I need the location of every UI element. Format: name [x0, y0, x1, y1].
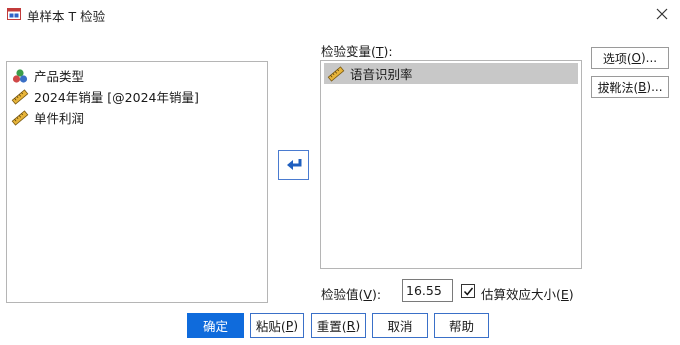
close-icon	[656, 8, 668, 20]
bootstrap-button-suffix: )...	[646, 80, 663, 94]
test-value-input[interactable]: 16.55	[402, 279, 453, 302]
paste-button[interactable]: 粘贴(P)	[250, 313, 304, 338]
help-button[interactable]: 帮助	[434, 313, 489, 338]
nominal-variable-icon	[11, 68, 29, 84]
test-variables-label-suffix: ):	[383, 44, 393, 59]
test-value-label: 检验值(V):	[321, 284, 381, 303]
test-variable-item-speech-recognition[interactable]: 语音识别率	[324, 63, 578, 84]
effect-size-label-prefix: 估算效应大小(	[481, 287, 561, 302]
scale-variable-icon	[11, 88, 29, 105]
variable-item-unit-profit[interactable]: 单件利润	[7, 107, 267, 128]
spss-dialog-icon	[7, 7, 21, 21]
paste-button-key: P	[285, 318, 294, 333]
move-variable-button[interactable]	[278, 150, 309, 180]
scale-variable-icon	[11, 109, 29, 126]
scale-variable-icon	[327, 65, 345, 82]
options-button-key: O	[631, 51, 641, 65]
effect-size-checkbox[interactable]	[461, 284, 475, 298]
reset-button-suffix: )	[355, 318, 361, 333]
test-variables-label-prefix: 检验变量(	[321, 44, 376, 59]
ok-button[interactable]: 确定	[187, 313, 244, 338]
paste-button-prefix: 粘贴(	[255, 319, 286, 334]
reset-button-prefix: 重置(	[316, 319, 347, 334]
checkmark-icon	[463, 287, 473, 296]
reset-button-key: R	[346, 318, 356, 333]
source-variable-list[interactable]: 产品类型 2024年销量 [@2024年销量] 单件利润	[6, 61, 268, 303]
variable-label: 单件利润	[34, 111, 85, 126]
options-button-prefix: 选项(	[602, 51, 632, 66]
variable-label: 语音识别率	[350, 67, 413, 82]
variable-item-2024-sales[interactable]: 2024年销量 [@2024年销量]	[7, 86, 267, 107]
test-variables-label-key: T	[375, 44, 384, 59]
effect-size-label: 估算效应大小(E)	[481, 284, 574, 303]
bootstrap-button-key: B	[638, 80, 647, 94]
test-variable-list[interactable]: 语音识别率	[320, 60, 582, 269]
variable-label: 产品类型	[34, 69, 85, 84]
paste-button-suffix: )	[293, 318, 299, 333]
options-button[interactable]: 选项(O)...	[591, 47, 669, 69]
bootstrap-button[interactable]: 拔靴法(B)...	[591, 76, 669, 98]
test-value-label-prefix: 检验值(	[321, 287, 364, 302]
cancel-button[interactable]: 取消	[372, 313, 428, 338]
bootstrap-button-prefix: 拔靴法(	[597, 80, 639, 95]
effect-size-label-suffix: )	[568, 287, 574, 302]
test-value-label-suffix: ):	[371, 287, 382, 302]
variable-label: 2024年销量 [@2024年销量]	[34, 90, 199, 105]
title-bar: 单样本 T 检验	[0, 0, 680, 28]
test-value-label-key: V	[363, 287, 372, 302]
variable-item-product-type[interactable]: 产品类型	[7, 65, 267, 86]
window-title: 单样本 T 检验	[27, 9, 106, 24]
reset-button[interactable]: 重置(R)	[311, 313, 366, 338]
options-button-suffix: )...	[641, 51, 658, 65]
close-button[interactable]	[650, 2, 674, 26]
arrow-move-icon	[286, 159, 301, 170]
effect-size-label-key: E	[560, 287, 569, 302]
test-variables-label: 检验变量(T):	[321, 41, 393, 60]
